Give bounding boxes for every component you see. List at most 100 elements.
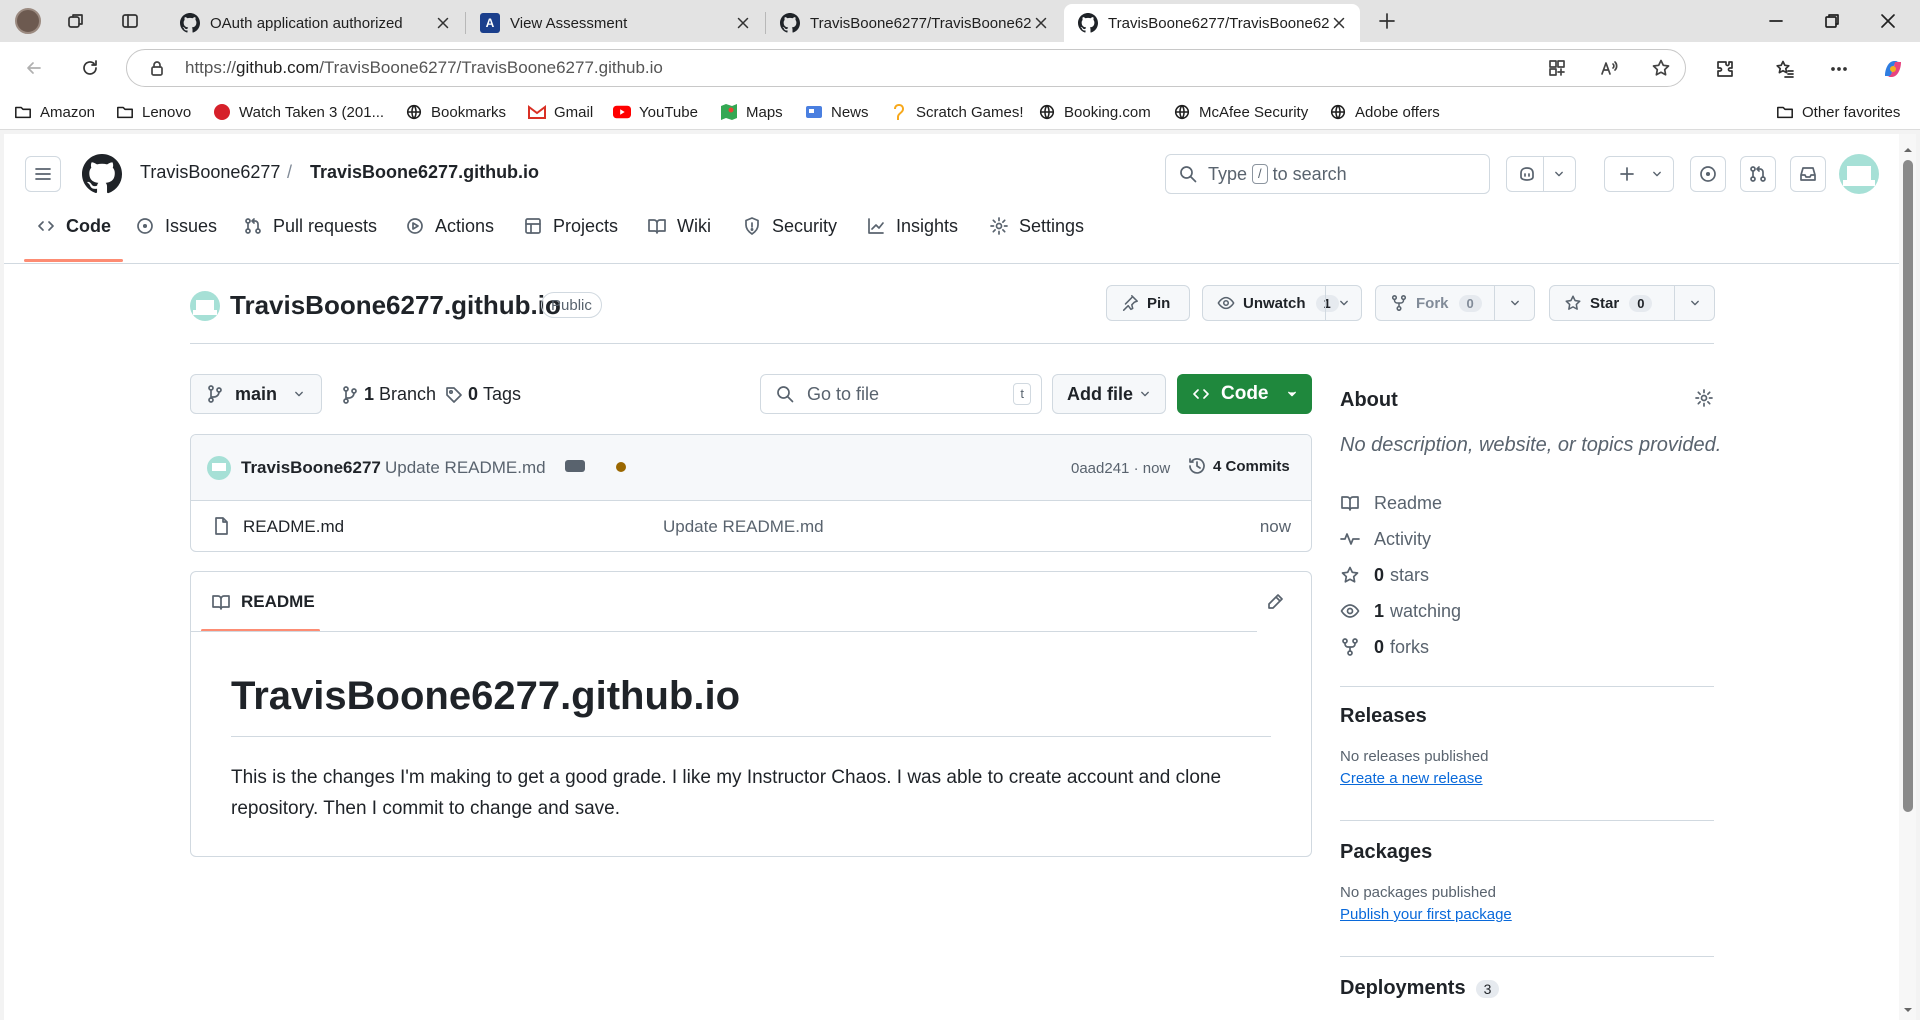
settings-more-button[interactable] (1822, 52, 1856, 86)
app-available-icon[interactable] (1547, 58, 1567, 78)
tab-issues[interactable]: Issues (135, 200, 217, 252)
tab-code[interactable]: Code (24, 200, 123, 262)
commit-author[interactable]: TravisBoone6277 (241, 458, 381, 478)
commits-history-link[interactable]: 4 Commits (1187, 456, 1290, 476)
activity-link[interactable]: Activity (1340, 526, 1431, 552)
new-tab-button[interactable] (1371, 6, 1403, 36)
lock-icon[interactable] (147, 58, 167, 78)
status-dot-icon[interactable] (616, 462, 626, 472)
commit-message[interactable]: Update README.md (385, 458, 546, 478)
minimize-button[interactable] (1748, 0, 1804, 42)
fav-youtube[interactable]: YouTube (613, 100, 698, 124)
edit-readme-button[interactable] (1265, 592, 1285, 612)
fav-adobe[interactable]: Adobe offers (1329, 100, 1440, 124)
fav-watch-taken[interactable]: Watch Taken 3 (201... (213, 100, 384, 124)
breadcrumb-repo[interactable]: TravisBoone6277.github.io (310, 162, 539, 183)
favorite-star-icon[interactable] (1651, 58, 1671, 78)
close-icon[interactable] (734, 14, 752, 32)
page-scrollbar[interactable] (1899, 134, 1916, 1020)
workspaces-icon[interactable] (60, 6, 92, 36)
tab-pull-requests[interactable]: Pull requests (243, 200, 377, 252)
url-text[interactable]: https://github.com/TravisBoone6277/Travi… (185, 58, 663, 78)
file-row[interactable]: README.md Update README.md now (191, 501, 1311, 551)
commit-expand-button[interactable] (565, 460, 585, 472)
tags-link[interactable]: 0 Tags (444, 384, 521, 405)
fav-maps[interactable]: Maps (720, 100, 783, 124)
favorites-button[interactable] (1768, 52, 1802, 86)
restore-button[interactable] (1804, 0, 1860, 42)
back-button[interactable] (18, 52, 50, 84)
watching-link[interactable]: 1 watching (1340, 598, 1461, 624)
fav-lenovo[interactable]: Lenovo (116, 100, 191, 124)
address-bar[interactable]: https://github.com/TravisBoone6277/Travi… (126, 49, 1686, 87)
pin-button[interactable]: Pin (1106, 285, 1190, 321)
tab-security[interactable]: Security (742, 200, 837, 252)
fork-button[interactable]: Fork 0 (1375, 285, 1535, 321)
fav-amazon[interactable]: Amazon (14, 100, 95, 124)
scrollbar-thumb[interactable] (1903, 160, 1913, 812)
inbox-button[interactable] (1790, 156, 1826, 192)
tab-insights[interactable]: Insights (866, 200, 958, 252)
readme-link[interactable]: Readme (1340, 490, 1442, 516)
breadcrumb-owner[interactable]: TravisBoone6277 (140, 162, 280, 183)
fav-news[interactable]: News (805, 100, 869, 124)
file-name[interactable]: README.md (243, 517, 344, 537)
copilot-button[interactable] (1876, 52, 1910, 86)
user-avatar[interactable] (1839, 154, 1879, 194)
about-settings-button[interactable] (1694, 388, 1714, 408)
repo-owner-avatar[interactable] (190, 291, 220, 321)
repo-title[interactable]: TravisBoone6277.github.io (230, 290, 561, 321)
github-logo-icon[interactable] (82, 154, 122, 194)
create-release-link[interactable]: Create a new release (1340, 770, 1483, 787)
pull-requests-button[interactable] (1740, 156, 1776, 192)
scroll-down-icon[interactable] (1902, 1004, 1914, 1016)
tab-view-assessment[interactable]: A View Assessment (466, 4, 764, 42)
publish-package-link[interactable]: Publish your first package (1340, 906, 1512, 923)
close-window-button[interactable] (1860, 0, 1916, 42)
code-button[interactable]: Code (1177, 374, 1312, 414)
vertical-tabs-icon[interactable] (114, 6, 146, 36)
commit-sha[interactable]: 0aad241 (1071, 460, 1129, 477)
tab-repo-1[interactable]: TravisBoone6277/TravisBoone6277.github.i… (766, 4, 1062, 42)
issues-button[interactable] (1690, 156, 1726, 192)
tab-projects[interactable]: Projects (523, 200, 618, 252)
profile-avatar[interactable] (12, 6, 44, 36)
fork-dropdown[interactable] (1494, 286, 1534, 320)
tab-actions[interactable]: Actions (405, 200, 494, 252)
file-commit-message[interactable]: Update README.md (663, 517, 824, 537)
fav-booking[interactable]: Booking.com (1038, 100, 1151, 124)
fav-bookmarks[interactable]: Bookmarks (405, 100, 506, 124)
read-aloud-icon[interactable] (1599, 58, 1619, 78)
unwatch-button[interactable]: Unwatch 1 (1202, 285, 1362, 321)
star-button[interactable]: Star 0 (1549, 285, 1715, 321)
scroll-up-icon[interactable] (1902, 144, 1914, 156)
go-to-file-input[interactable]: Go to file t (760, 374, 1042, 414)
fav-other-favorites[interactable]: Other favorites (1776, 100, 1900, 124)
forks-link[interactable]: 0 forks (1340, 634, 1429, 660)
releases-title[interactable]: Releases (1340, 705, 1427, 728)
stars-link[interactable]: 0 stars (1340, 562, 1429, 588)
global-search[interactable]: Type / to search (1165, 154, 1490, 194)
commit-author-avatar[interactable] (207, 456, 231, 480)
close-icon[interactable] (434, 14, 452, 32)
fav-scratch-games[interactable]: Scratch Games! (890, 100, 1024, 124)
refresh-button[interactable] (74, 52, 106, 84)
tab-repo-active[interactable]: TravisBoone6277/TravisBoone6277.github.i… (1064, 4, 1360, 42)
tab-wiki[interactable]: Wiki (647, 200, 711, 252)
tab-oauth[interactable]: OAuth application authorized (166, 4, 464, 42)
fav-mcafee[interactable]: McAfee Security (1173, 100, 1308, 124)
star-dropdown[interactable] (1674, 286, 1714, 320)
tab-settings[interactable]: Settings (989, 200, 1084, 252)
packages-title[interactable]: Packages (1340, 841, 1432, 864)
close-icon[interactable] (1032, 14, 1050, 32)
extensions-button[interactable] (1708, 52, 1742, 86)
menu-button[interactable] (25, 156, 61, 192)
add-file-button[interactable]: Add file (1052, 374, 1166, 414)
deployments-heading[interactable]: Deployments 3 (1340, 977, 1500, 1000)
fav-gmail[interactable]: Gmail (528, 100, 593, 124)
readme-tab[interactable]: README (211, 592, 315, 612)
close-icon[interactable] (1330, 14, 1348, 32)
branch-selector[interactable]: main (190, 374, 322, 414)
watch-dropdown[interactable] (1325, 286, 1361, 320)
copilot-menu-button[interactable] (1506, 156, 1576, 192)
